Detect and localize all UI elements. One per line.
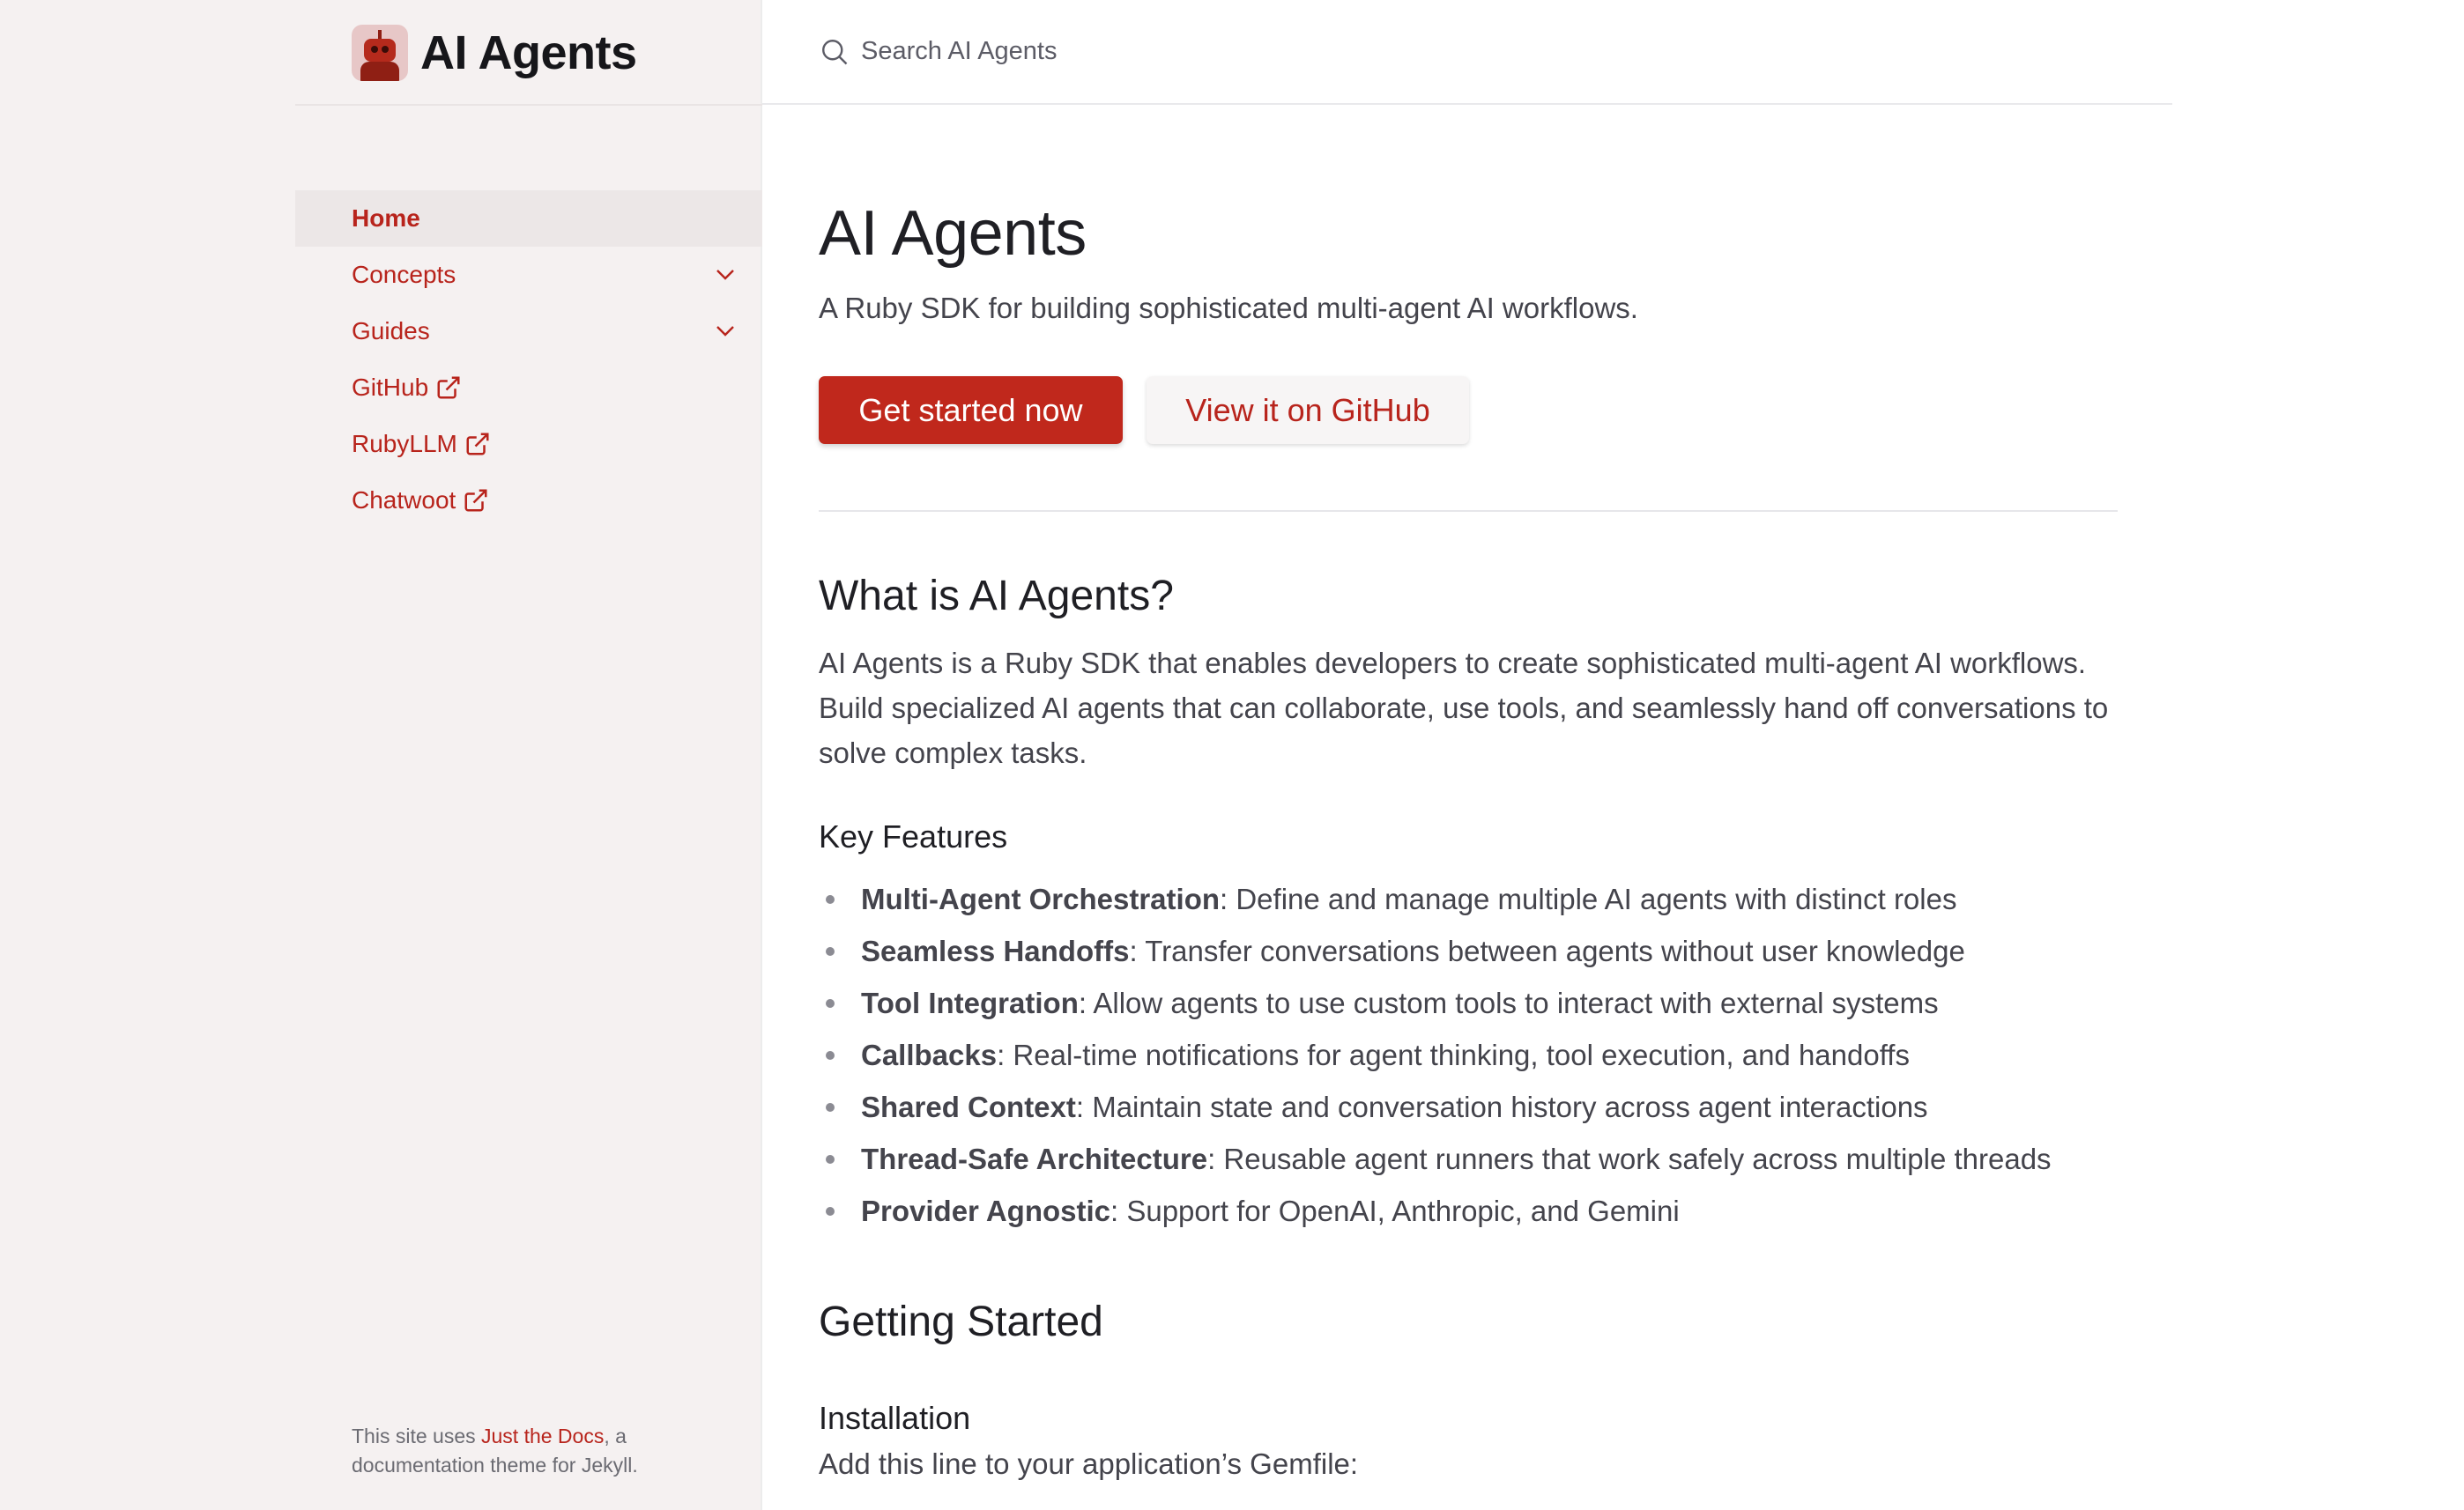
search-input[interactable] — [861, 37, 1566, 66]
what-is-paragraph: AI Agents is a Ruby SDK that enables dev… — [819, 647, 2109, 769]
feature-name: Seamless Handoffs — [861, 934, 1130, 967]
sidebar-item-label: Home — [352, 204, 420, 232]
list-item: Seamless Handoffs: Transfer conversation… — [819, 925, 2118, 977]
search-icon — [819, 36, 850, 68]
feature-name: Thread-Safe Architecture — [861, 1142, 1208, 1175]
getting-started-heading: Getting Started — [819, 1299, 1103, 1345]
feature-desc: : Transfer conversations between agents … — [1129, 934, 1965, 967]
just-the-docs-link[interactable]: Just the Docs — [481, 1425, 604, 1447]
feature-desc: : Support for OpenAI, Anthropic, and Gem… — [1110, 1194, 1680, 1227]
site-header[interactable]: AI Agents — [295, 0, 762, 105]
site-title[interactable]: AI Agents — [420, 26, 637, 80]
lead-text: A Ruby SDK for building sophisticated mu… — [819, 292, 1638, 324]
search-bar — [762, 0, 2172, 105]
sidebar-item-label: Concepts — [352, 261, 456, 288]
key-features-heading: Key Features — [819, 818, 1008, 855]
view-on-github-button[interactable]: View it on GitHub — [1147, 376, 1469, 444]
feature-desc: : Maintain state and conversation histor… — [1075, 1090, 1928, 1123]
footer-note: This site uses Just the Docs, a document… — [352, 1422, 722, 1480]
feature-name: Callbacks — [861, 1038, 998, 1071]
sidebar-item-rubyllm[interactable]: RubyLLM — [295, 416, 762, 472]
footer-prefix: This site uses — [352, 1425, 481, 1447]
sidebar-item-github[interactable]: GitHub — [295, 359, 762, 416]
list-item: Multi-Agent Orchestration: Define and ma… — [819, 873, 2118, 925]
header-divider — [295, 104, 762, 106]
chevron-down-icon[interactable] — [708, 257, 743, 292]
robot-icon[interactable] — [352, 24, 408, 81]
sidebar: AI Agents Home Concepts Guides GitHub Ru… — [295, 0, 762, 1510]
sidebar-item-home[interactable]: Home — [295, 190, 762, 247]
list-item: Thread-Safe Architecture: Reusable agent… — [819, 1133, 2118, 1185]
installation-text: Add this line to your application’s Gemf… — [819, 1447, 1359, 1480]
list-item: Tool Integration: Allow agents to use cu… — [819, 977, 2118, 1029]
sidebar-item-chatwoot[interactable]: Chatwoot — [295, 472, 762, 529]
feature-desc: : Real-time notifications for agent thin… — [997, 1038, 1910, 1071]
external-link-icon — [435, 374, 462, 401]
chevron-down-icon[interactable] — [708, 314, 743, 349]
external-link-icon — [464, 431, 491, 457]
feature-desc: : Define and manage multiple AI agents w… — [1220, 882, 1957, 915]
sidebar-nav: Home Concepts Guides GitHub RubyLLM Chat… — [295, 190, 762, 529]
page-title: AI Agents — [819, 198, 1087, 269]
sidebar-item-label: GitHub — [352, 374, 429, 401]
sidebar-item-label: Guides — [352, 317, 430, 344]
feature-desc: : Allow agents to use custom tools to in… — [1078, 986, 1939, 1019]
feature-name: Multi-Agent Orchestration — [861, 882, 1221, 915]
feature-name: Shared Context — [861, 1090, 1076, 1123]
sidebar-item-guides[interactable]: Guides — [295, 303, 762, 359]
feature-name: Provider Agnostic — [861, 1194, 1110, 1227]
divider — [819, 510, 2118, 512]
features-list: Multi-Agent Orchestration: Define and ma… — [819, 873, 2118, 1237]
installation-heading: Installation — [819, 1400, 971, 1436]
sidebar-item-label: Chatwoot — [352, 486, 456, 514]
feature-desc: : Reusable agent runners that work safel… — [1207, 1142, 2052, 1175]
list-item: Shared Context: Maintain state and conve… — [819, 1081, 2118, 1133]
sidebar-item-concepts[interactable]: Concepts — [295, 247, 762, 303]
get-started-button[interactable]: Get started now — [819, 376, 1123, 444]
feature-name: Tool Integration — [861, 986, 1079, 1019]
list-item: Callbacks: Real-time notifications for a… — [819, 1029, 2118, 1081]
what-is-heading: What is AI Agents? — [819, 573, 1174, 619]
list-item: Provider Agnostic: Support for OpenAI, A… — [819, 1185, 2118, 1237]
sidebar-item-label: RubyLLM — [352, 430, 457, 457]
external-link-icon — [463, 487, 489, 514]
